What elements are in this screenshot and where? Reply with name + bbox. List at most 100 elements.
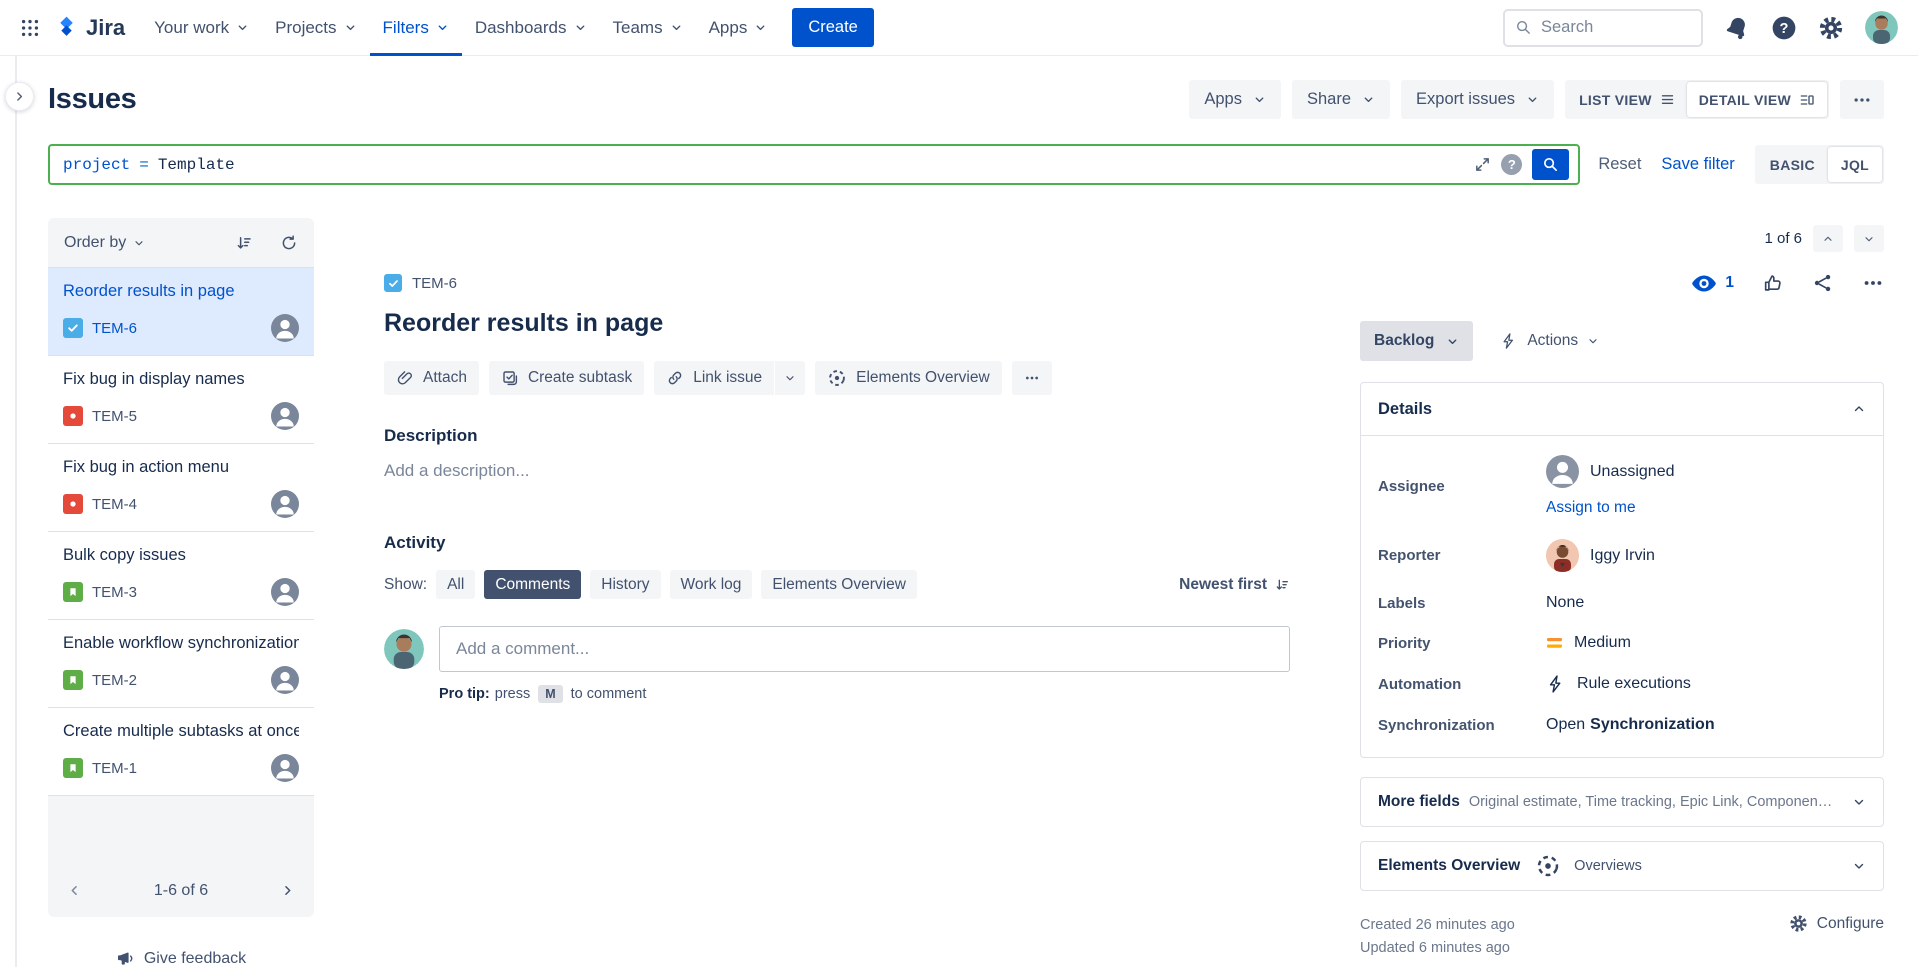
previous-page-icon[interactable]: [67, 883, 82, 898]
list-view-button[interactable]: LIST VIEW: [1567, 82, 1687, 117]
global-search[interactable]: [1503, 9, 1703, 47]
priority-medium-icon: [1546, 636, 1563, 650]
svg-text:?: ?: [1780, 21, 1789, 37]
details-panel: Details Assignee Unassigned Assign t: [1360, 382, 1884, 758]
story-type-icon: [63, 670, 83, 690]
thumbs-up-icon[interactable]: [1762, 272, 1784, 294]
issue-list-item-tem-5[interactable]: Fix bug in display names TEM-5: [48, 356, 314, 444]
next-issue-button[interactable]: [1854, 225, 1884, 252]
gear-icon: [1789, 914, 1808, 933]
status-dropdown-button[interactable]: Backlog: [1360, 321, 1473, 361]
settings-gear-icon[interactable]: [1818, 15, 1844, 41]
paperclip-icon: [396, 369, 414, 387]
issue-list-item-tem-1[interactable]: Create multiple subtasks at once TEM-1: [48, 708, 314, 795]
current-user-avatar: [384, 629, 424, 669]
refresh-icon[interactable]: [280, 234, 298, 252]
chevron-down-icon: [344, 21, 357, 34]
share-icon[interactable]: [1812, 272, 1834, 294]
jql-mode-button[interactable]: JQL: [1828, 147, 1882, 182]
next-page-icon[interactable]: [280, 883, 295, 898]
configure-button[interactable]: Configure: [1789, 914, 1884, 933]
expand-sidebar-button[interactable]: [5, 82, 34, 111]
previous-issue-button[interactable]: [1813, 225, 1843, 252]
export-issues-button[interactable]: Export issues: [1401, 80, 1554, 119]
issue-list-item-tem-2[interactable]: Enable workflow synchronization TEM-2: [48, 620, 314, 708]
assignee-value[interactable]: Unassigned: [1546, 455, 1866, 488]
unassigned-avatar-icon: [1546, 455, 1579, 488]
details-panel-header[interactable]: Details: [1361, 383, 1883, 436]
user-avatar[interactable]: [1865, 11, 1898, 44]
dashed-circle-icon: [1535, 853, 1561, 879]
issue-list-item-tem-4[interactable]: Fix bug in action menu TEM-4: [48, 444, 314, 532]
nav-item-dashboards[interactable]: Dashboards: [462, 0, 600, 56]
synchronization-value[interactable]: Open Synchronization: [1546, 716, 1866, 734]
filter-work-log[interactable]: Work log: [670, 570, 753, 599]
nav-item-teams[interactable]: Teams: [600, 0, 696, 56]
search-icon: [1515, 19, 1532, 36]
nav-item-filters[interactable]: Filters: [370, 0, 462, 56]
assign-to-me-link[interactable]: Assign to me: [1546, 499, 1866, 517]
watchers-button[interactable]: 1: [1692, 274, 1734, 292]
link-issue-button[interactable]: Link issue: [654, 361, 774, 395]
description-placeholder[interactable]: Add a description...: [384, 461, 1290, 481]
filter-elements-overview[interactable]: Elements Overview: [761, 570, 917, 599]
assignee-avatar: [271, 666, 299, 694]
share-dropdown-button[interactable]: Share: [1292, 80, 1390, 119]
automation-value[interactable]: Rule executions: [1546, 674, 1866, 694]
link-issue-dropdown-icon[interactable]: [775, 361, 805, 395]
automation-actions-button[interactable]: Actions: [1500, 332, 1599, 350]
priority-value[interactable]: Medium: [1546, 634, 1866, 652]
assignee-avatar: [271, 754, 299, 782]
issue-list-item-tem-6[interactable]: Reorder results in page TEM-6: [48, 268, 314, 356]
issue-key-link[interactable]: TEM-6: [412, 275, 457, 292]
help-icon[interactable]: ?: [1771, 15, 1797, 41]
nav-item-apps[interactable]: Apps: [696, 0, 781, 56]
reset-button[interactable]: Reset: [1598, 155, 1641, 174]
sort-icon: [1274, 577, 1290, 593]
chevron-down-icon: [1253, 93, 1266, 106]
jql-search-button[interactable]: [1532, 149, 1569, 180]
filter-all[interactable]: All: [436, 570, 475, 599]
chevron-up-icon: [1852, 402, 1866, 416]
filter-comments[interactable]: Comments: [484, 570, 581, 599]
create-subtask-button[interactable]: Create subtask: [489, 361, 644, 395]
elements-overview-panel[interactable]: Elements Overview Overviews: [1360, 841, 1884, 891]
lightning-bolt-icon: [1500, 332, 1518, 350]
save-filter-button[interactable]: Save filter: [1661, 155, 1734, 174]
detail-view-button[interactable]: DETAIL VIEW: [1687, 82, 1827, 117]
nav-item-your-work[interactable]: Your work: [141, 0, 262, 56]
jql-help-icon[interactable]: ?: [1501, 154, 1522, 175]
reporter-field: Reporter Iggy Irvin: [1361, 528, 1883, 583]
jql-editor[interactable]: project = Template ?: [48, 144, 1580, 185]
app-switcher-icon[interactable]: [14, 12, 46, 44]
search-input[interactable]: [1541, 18, 1671, 37]
sort-direction-icon[interactable]: [235, 234, 253, 252]
issue-actions-more-button[interactable]: [1012, 361, 1052, 395]
labels-value[interactable]: None: [1546, 594, 1866, 612]
more-fields-panel[interactable]: More fields Original estimate, Time trac…: [1360, 777, 1884, 827]
assignee-field: Assignee Unassigned Assign to me: [1361, 444, 1883, 528]
attach-button[interactable]: Attach: [384, 361, 479, 395]
notifications-bell-icon[interactable]: [1724, 15, 1750, 41]
nav-item-projects[interactable]: Projects: [262, 0, 369, 56]
elements-overview-button[interactable]: Elements Overview: [815, 361, 1002, 395]
issue-title[interactable]: Reorder results in page: [384, 309, 1290, 338]
reporter-value[interactable]: Iggy Irvin: [1546, 539, 1866, 572]
overviews-label: Overviews: [1574, 858, 1642, 874]
filter-history[interactable]: History: [590, 570, 660, 599]
sort-order-button[interactable]: Newest first: [1179, 576, 1290, 594]
jira-logo[interactable]: Jira: [54, 15, 125, 41]
list-pagination: 1-6 of 6: [48, 864, 314, 917]
give-feedback-button[interactable]: Give feedback: [48, 949, 314, 967]
comment-input[interactable]: [439, 626, 1290, 672]
create-button[interactable]: Create: [792, 8, 874, 47]
expand-editor-icon[interactable]: [1474, 156, 1491, 173]
chevron-down-icon: [133, 237, 145, 249]
more-actions-icon[interactable]: [1862, 272, 1884, 294]
detail-view-icon: [1799, 92, 1815, 108]
order-by-dropdown[interactable]: Order by: [64, 234, 126, 252]
header-more-button[interactable]: [1840, 80, 1884, 119]
issue-list-item-tem-3[interactable]: Bulk copy issues TEM-3: [48, 532, 314, 620]
apps-dropdown-button[interactable]: Apps: [1189, 80, 1281, 119]
basic-mode-button[interactable]: BASIC: [1757, 147, 1828, 182]
